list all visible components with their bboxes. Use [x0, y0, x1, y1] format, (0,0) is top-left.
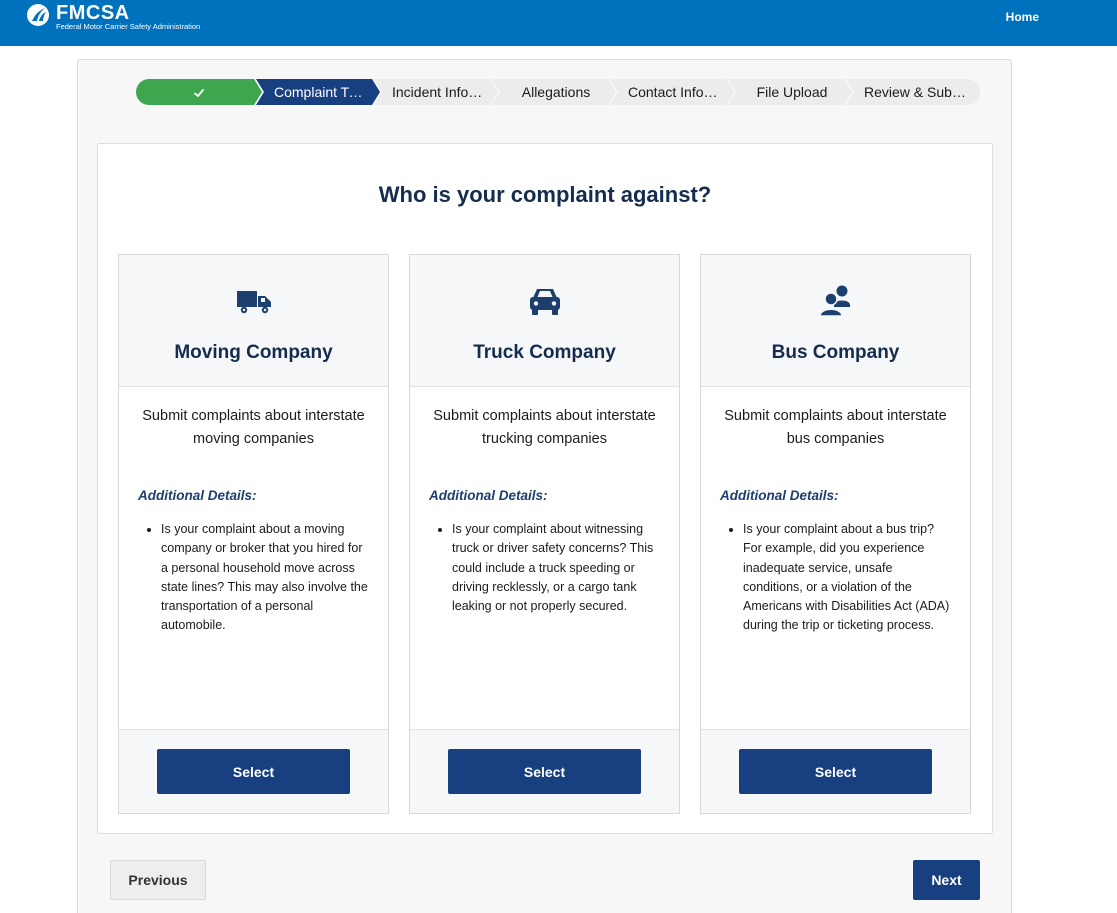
step-allegations[interactable]: Allegations	[492, 79, 616, 105]
step-review-submit[interactable]: Review & Submit	[846, 79, 980, 105]
step-incident-information[interactable]: Incident Information	[374, 79, 498, 105]
list-item: Is your complaint about a moving company…	[161, 520, 371, 636]
additional-details-label: Additional Details:	[429, 488, 548, 503]
progress-stepper: Complaint Type Incident Information Alle…	[136, 79, 980, 105]
option-footer: Select	[119, 729, 388, 813]
option-description: Submit complaints about interstate bus c…	[724, 408, 947, 447]
step-complaint-type[interactable]: Complaint Type	[256, 79, 380, 105]
option-header: Truck Company	[410, 255, 679, 387]
complaint-form-panel: Complaint Type Incident Information Alle…	[77, 59, 1012, 913]
page-title: Who is your complaint against?	[378, 182, 712, 207]
step-file-upload[interactable]: File Upload	[728, 79, 852, 105]
logo-subtitle: Federal Motor Carrier Safety Administrat…	[56, 22, 201, 31]
option-description: Submit complaints about interstate truck…	[433, 408, 656, 447]
additional-details-label: Additional Details:	[720, 488, 839, 503]
logo-text[interactable]: FMCSA	[56, 2, 130, 24]
option-description: Submit complaints about interstate movin…	[142, 408, 365, 447]
site-header: FMCSA Federal Motor Carrier Safety Admin…	[0, 0, 1117, 46]
car-icon	[529, 289, 560, 315]
step-contact-information[interactable]: Contact Information	[610, 79, 734, 105]
check-icon	[193, 87, 205, 99]
list-item: Is your complaint about witnessing truck…	[452, 520, 662, 616]
option-moving-company: Moving Company Submit complaints about i…	[118, 254, 389, 814]
home-link[interactable]: Home	[1006, 10, 1039, 24]
option-truck-company: Truck Company Submit complaints about in…	[409, 254, 680, 814]
users-icon	[818, 285, 850, 317]
step-complete[interactable]	[136, 79, 262, 105]
fmcsa-road-logo-icon[interactable]	[26, 3, 50, 27]
option-title: Truck Company	[473, 342, 616, 363]
next-button[interactable]: Next	[913, 860, 980, 900]
moving-truck-icon	[236, 291, 271, 314]
additional-details-label: Additional Details:	[138, 488, 257, 503]
option-footer: Select	[410, 729, 679, 813]
details-list: Is your complaint about witnessing truck…	[452, 520, 662, 616]
select-bus-company-button[interactable]: Select	[739, 749, 932, 794]
select-truck-company-button[interactable]: Select	[448, 749, 641, 794]
details-list: Is your complaint about a moving company…	[161, 520, 371, 636]
complaint-type-card: Who is your complaint against? Moving Co…	[97, 143, 993, 834]
option-header: Moving Company	[119, 255, 388, 387]
previous-button[interactable]: Previous	[110, 860, 206, 900]
option-bus-company: Bus Company Submit complaints about inte…	[700, 254, 971, 814]
option-footer: Select	[701, 729, 970, 813]
option-title: Moving Company	[174, 342, 333, 363]
list-item: Is your complaint about a bus trip? For …	[743, 520, 953, 636]
select-moving-company-button[interactable]: Select	[157, 749, 350, 794]
option-title: Bus Company	[771, 342, 900, 363]
details-list: Is your complaint about a bus trip? For …	[743, 520, 953, 636]
option-header: Bus Company	[701, 255, 970, 387]
